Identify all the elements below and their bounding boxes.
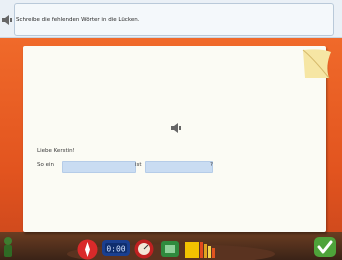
- character-figure[interactable]: [0, 235, 16, 260]
- sentence-end: ?: [210, 162, 213, 168]
- instruction-bar: Schreibe die fehlenden Wörter in die Lüc…: [0, 0, 342, 38]
- exercise-window: Schreibe die fehlenden Wörter in die Lüc…: [0, 0, 342, 260]
- bottom-toolbar: 0:00: [0, 230, 342, 260]
- svg-text:0:00: 0:00: [106, 245, 125, 254]
- blank-field-2[interactable]: [145, 161, 213, 173]
- compass-icon[interactable]: [77, 239, 98, 260]
- book-icon[interactable]: [185, 240, 219, 258]
- blank-field-1[interactable]: [62, 161, 136, 173]
- letter-paper: [23, 46, 326, 232]
- instruction-text: Schreibe die fehlenden Wörter in die Lüc…: [16, 17, 140, 23]
- page-curl: [302, 49, 331, 79]
- timer-display: 0:00: [102, 240, 130, 256]
- speaker-icon[interactable]: [170, 123, 182, 133]
- sentence-start: So ein: [37, 162, 55, 168]
- checkmark-icon[interactable]: [314, 237, 336, 257]
- notebook-icon[interactable]: [160, 240, 180, 258]
- gauge-icon[interactable]: [134, 239, 154, 259]
- letter-greeting: Liebe Kerstin!: [37, 148, 75, 154]
- speaker-icon[interactable]: [1, 15, 13, 25]
- sentence-middle: ist: [135, 162, 142, 168]
